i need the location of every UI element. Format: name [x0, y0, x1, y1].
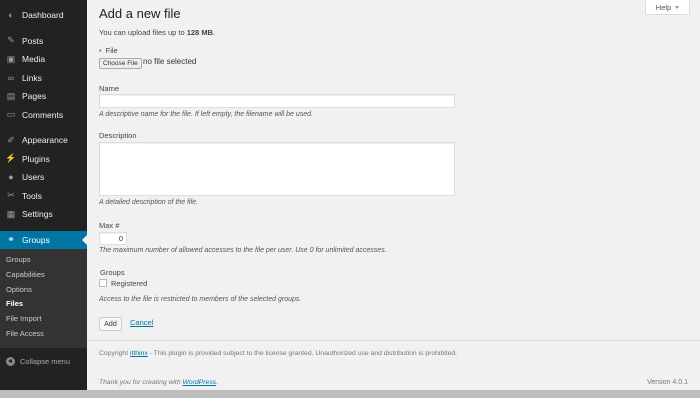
sidebar-item-plugins[interactable]: ⚡ Plugins	[0, 150, 87, 169]
thanks-suffix: .	[216, 379, 219, 386]
sidebar-item-links[interactable]: ∞ Links	[0, 69, 87, 88]
sidebar-item-label: Posts	[22, 35, 44, 46]
collapse-menu-button[interactable]: Collapse menu	[0, 353, 87, 371]
sidebar-item-settings[interactable]: ▦ Settings	[0, 205, 87, 224]
plugins-icon: ⚡	[5, 153, 17, 164]
sidebar-item-pages[interactable]: ▤ Pages	[0, 87, 87, 106]
upload-limit-size: 128 MB	[186, 28, 213, 37]
groups-icon: ⚭	[7, 234, 15, 245]
collapse-arrow-icon	[6, 357, 15, 367]
footer-divider	[87, 340, 700, 341]
page-title: Add a new file	[99, 6, 181, 21]
groups-description: Access to the file is restricted to memb…	[99, 296, 302, 303]
sidebar-item-dashboard[interactable]: ◐ Dashboard	[0, 6, 87, 25]
submenu-item-file-access[interactable]: File Access	[0, 327, 87, 342]
add-button[interactable]: Add	[99, 317, 122, 331]
sidebar-item-comments[interactable]: ▭ Comments	[0, 106, 87, 125]
wordpress-link[interactable]: WordPress	[183, 379, 217, 386]
settings-icon: ▦	[6, 208, 16, 219]
main-content: Add a new file Help You can upload files…	[87, 0, 700, 398]
sidebar-item-label: Links	[22, 72, 42, 83]
upload-limit-note: You can upload files up to 128 MB.	[99, 28, 215, 37]
chevron-down-icon	[675, 5, 680, 9]
admin-sidebar: ◐ Dashboard ✎ Posts ▣ Media ∞ Links ▤ Pages ▭…	[0, 0, 87, 398]
links-icon: ∞	[7, 72, 15, 83]
description-label: Description	[99, 131, 137, 140]
sidebar-item-tools[interactable]: ✂ Tools	[0, 187, 87, 206]
copyright-prefix: Copyright	[99, 350, 130, 357]
registered-checkbox[interactable]	[99, 279, 107, 287]
sidebar-item-posts[interactable]: ✎ Posts	[0, 32, 87, 51]
file-label: • File	[99, 46, 118, 55]
thanks-prefix: Thank you for creating with	[99, 379, 183, 386]
window-bottom-scrollbar[interactable]	[0, 390, 700, 398]
submenu-item-options[interactable]: Options	[0, 283, 87, 298]
submenu-item-files[interactable]: Files	[0, 297, 87, 312]
description-help: A detailed description of the file.	[99, 199, 198, 206]
file-label-text: File	[105, 46, 118, 55]
required-marker: •	[99, 46, 102, 55]
registered-label: Registered	[111, 279, 148, 288]
name-label: Name	[99, 84, 120, 93]
groups-submenu: Groups Capabilities Options Files File I…	[0, 249, 87, 348]
groups-label: Groups	[100, 268, 125, 277]
sidebar-item-label: Tools	[22, 190, 42, 201]
tools-icon: ✂	[7, 190, 15, 201]
copyright-note: Copyright itthinx - This plugin is provi…	[99, 350, 457, 357]
max-description: The maximum number of allowed accesses t…	[99, 247, 387, 254]
max-accesses-input[interactable]	[99, 232, 127, 245]
collapse-menu-label: Collapse menu	[20, 357, 71, 367]
description-textarea[interactable]	[99, 142, 455, 196]
sidebar-item-label: Dashboard	[22, 10, 64, 21]
users-icon: ●	[8, 172, 14, 183]
help-tab-label: Help	[655, 2, 672, 12]
sidebar-item-label: Settings	[22, 209, 53, 220]
sidebar-item-groups[interactable]: ⚭ Groups	[0, 230, 87, 249]
no-file-status: no file selected	[143, 57, 197, 66]
submenu-item-file-import[interactable]: File Import	[0, 312, 87, 327]
help-tab-button[interactable]: Help	[645, 0, 690, 15]
add-button-label: Add	[104, 320, 117, 328]
sidebar-item-label: Users	[22, 172, 45, 183]
cancel-link[interactable]: Cancel	[130, 318, 153, 327]
upload-limit-prefix: You can upload files up to	[99, 28, 187, 37]
sidebar-item-media[interactable]: ▣ Media	[0, 50, 87, 69]
submenu-item-capabilities[interactable]: Capabilities	[0, 268, 87, 283]
sidebar-item-label: Pages	[22, 91, 47, 102]
dashboard-icon: ◐	[8, 10, 14, 21]
sidebar-item-label: Media	[22, 54, 46, 65]
thanks-note: Thank you for creating with WordPress.	[99, 379, 218, 386]
sidebar-item-label: Appearance	[22, 135, 68, 146]
version-label: Version 4.0.1	[647, 379, 688, 386]
name-description: A descriptive name for the file. If left…	[99, 111, 313, 118]
sidebar-item-users[interactable]: ● Users	[0, 168, 87, 187]
pushpin-icon: ✎	[7, 35, 15, 46]
itthinx-link[interactable]: itthinx	[130, 350, 148, 357]
pages-icon: ▤	[6, 90, 16, 101]
max-label: Max #	[99, 221, 120, 230]
media-icon: ▣	[6, 53, 16, 64]
comments-icon: ▭	[6, 109, 16, 120]
choose-file-button[interactable]: Choose File	[99, 58, 142, 69]
upload-limit-suffix: .	[212, 28, 216, 37]
sidebar-item-label: Comments	[22, 109, 64, 120]
appearance-icon: ✐	[7, 134, 15, 145]
sidebar-item-label: Plugins	[22, 153, 50, 164]
submenu-item-groups[interactable]: Groups	[0, 253, 87, 268]
copyright-suffix: - This plugin is provided subject to the…	[147, 350, 458, 357]
name-input[interactable]	[99, 94, 455, 108]
sidebar-item-appearance[interactable]: ✐ Appearance	[0, 131, 87, 150]
sidebar-item-label: Groups	[22, 234, 50, 245]
